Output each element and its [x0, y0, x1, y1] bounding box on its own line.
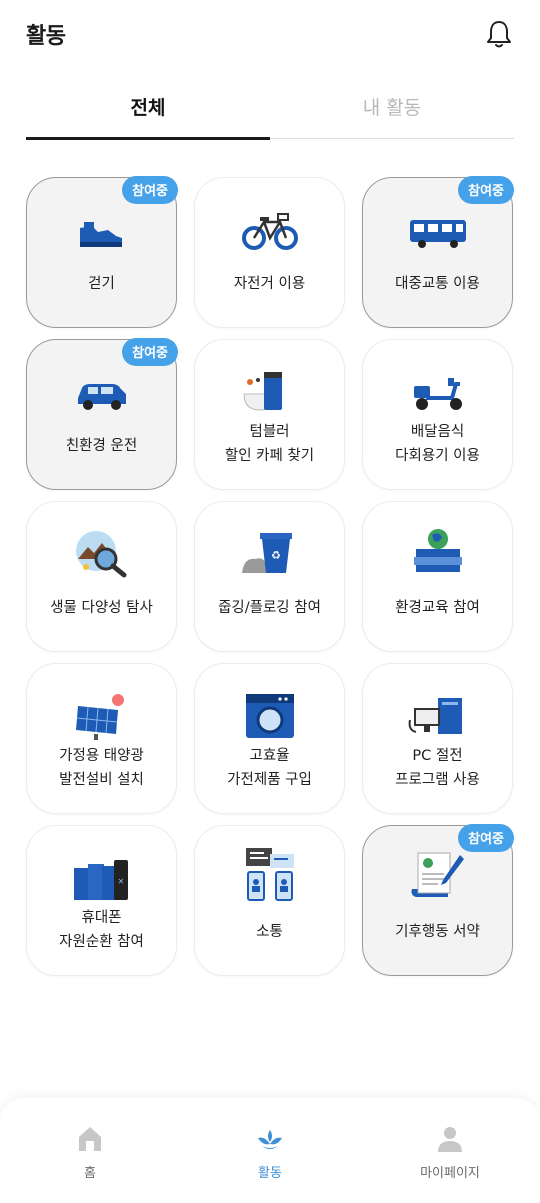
activity-card-phone-recycling[interactable]: ✕ 휴대폰 자원순환 참여 — [26, 825, 177, 976]
nav-label: 홈 — [84, 1166, 96, 1181]
bell-icon[interactable] — [484, 18, 514, 50]
activity-label: 휴대폰 자원순환 참여 — [59, 910, 144, 950]
activity-card-eco-education[interactable]: 환경교육 참여 — [362, 501, 513, 652]
joined-badge: 참여중 — [122, 176, 178, 204]
activity-card-communication[interactable]: 소통 — [194, 825, 345, 976]
activity-card-bicycle[interactable]: 자전거 이용 — [194, 177, 345, 328]
app-header: 활동 — [0, 0, 540, 70]
activity-card-eco-driving[interactable]: 참여중 친환경 운전 — [26, 338, 178, 490]
activity-tabs: 전체 내 활동 — [26, 86, 514, 140]
activity-card-appliance[interactable]: 고효율 가전제품 구입 — [194, 663, 345, 814]
activity-label: 대중교통 이용 — [395, 276, 480, 292]
tab-my-activity[interactable]: 내 활동 — [270, 86, 514, 139]
solar-panel-icon — [76, 694, 124, 740]
activity-label: 가정용 태양광 발전설비 설치 — [59, 748, 144, 788]
tab-all[interactable]: 전체 — [26, 86, 270, 140]
svg-text:✕: ✕ — [118, 877, 125, 886]
activity-label: 배달음식 다회용기 이용 — [395, 424, 480, 464]
magnifier-nature-icon — [76, 531, 127, 578]
activity-label: 걷기 — [88, 276, 115, 292]
activity-card-plogging[interactable]: ♻ 줍깅/플로깅 참여 — [194, 501, 345, 652]
activity-card-delivery[interactable]: 배달음식 다회용기 이용 — [362, 339, 513, 490]
activity-label: 친환경 운전 — [65, 438, 138, 454]
nav-label: 활동 — [258, 1166, 282, 1181]
books-globe-icon — [414, 529, 462, 572]
activity-label: 줍깅/플로깅 참여 — [218, 600, 321, 616]
nav-activity[interactable]: 활동 — [180, 1098, 360, 1203]
joined-badge: 참여중 — [122, 338, 178, 366]
activity-card-solar[interactable]: 가정용 태양광 발전설비 설치 — [26, 663, 177, 814]
activity-label: 소통 — [256, 924, 283, 940]
chat-icon — [246, 848, 294, 901]
activity-card-biodiversity[interactable]: 생물 다양성 탐사 — [26, 501, 177, 652]
activity-icon — [258, 1130, 282, 1149]
bus-icon — [410, 220, 466, 248]
activity-label: PC 절전 프로그램 사용 — [395, 748, 480, 788]
delivery-scooter-icon — [414, 378, 462, 410]
joined-badge: 참여중 — [458, 176, 514, 204]
activity-card-pc-power[interactable]: PC 절전 프로그램 사용 — [362, 663, 513, 814]
nav-mypage[interactable]: 마이페이지 — [360, 1098, 540, 1203]
activity-label: 환경교육 참여 — [395, 600, 480, 616]
activity-label: 자전거 이용 — [233, 276, 306, 292]
activity-label: 기후행동 서약 — [395, 924, 480, 940]
svg-text:♻: ♻ — [271, 549, 281, 562]
activity-card-public-transit[interactable]: 참여중 대중교통 이용 — [362, 176, 514, 328]
page-title: 활동 — [26, 24, 66, 49]
activity-label: 생물 다양성 탐사 — [50, 600, 153, 616]
activity-label: 고효율 가전제품 구입 — [227, 748, 312, 788]
bicycle-icon — [242, 213, 298, 250]
washing-machine-icon — [246, 694, 294, 738]
nav-home[interactable]: 홈 — [0, 1098, 180, 1203]
car-icon — [78, 384, 126, 410]
tumbler-icon — [243, 372, 282, 411]
activity-label: 텀블러 할인 카페 찾기 — [224, 424, 315, 464]
activity-card-tumbler[interactable]: 텀블러 할인 카페 찾기 — [194, 339, 345, 490]
nav-label: 마이페이지 — [420, 1166, 480, 1181]
activity-card-walking[interactable]: 참여중 걷기 — [26, 176, 178, 328]
computer-icon — [408, 698, 462, 734]
person-icon — [438, 1127, 462, 1152]
bottom-navigation: 홈 활동 마이페이지 — [0, 1098, 540, 1203]
sneaker-icon — [80, 222, 122, 247]
recycle-bin-icon: ♻ — [242, 533, 292, 573]
activity-card-climate-pledge[interactable]: 참여중 기후행동 서약 — [362, 824, 514, 976]
pledge-document-icon — [411, 852, 464, 897]
phones-icon: ✕ — [74, 860, 128, 900]
home-icon — [79, 1127, 101, 1151]
